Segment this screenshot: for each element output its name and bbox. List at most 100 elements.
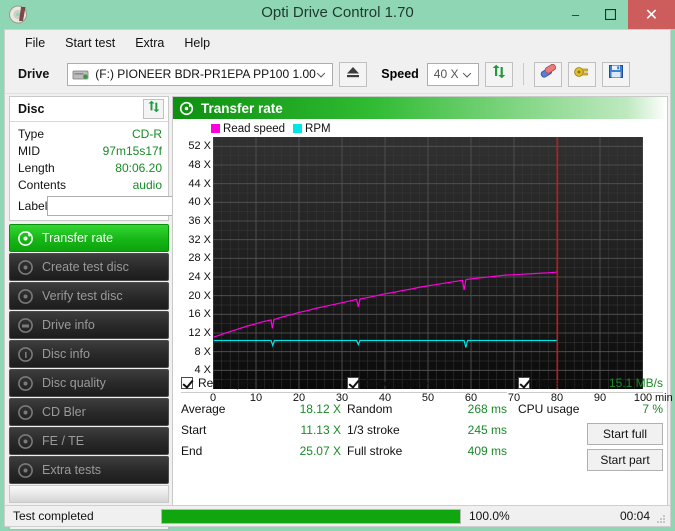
sidebar-item-transfer-rate[interactable]: Transfer rate bbox=[9, 224, 169, 252]
disc-value: 97m15s17f bbox=[103, 144, 162, 158]
burst-rate-header: Burst rate 15.1 MB/s bbox=[518, 376, 663, 393]
result-key: End bbox=[181, 444, 202, 458]
progress-percent: 100.0% bbox=[469, 509, 514, 523]
start-full-button[interactable]: Start full bbox=[587, 423, 663, 445]
disc-key: MID bbox=[18, 144, 40, 158]
result-row-random: Random 268 ms bbox=[347, 398, 507, 419]
legend-swatch-rpm bbox=[293, 124, 302, 133]
sidebar-item-cd-bler[interactable]: CD Bler bbox=[9, 398, 169, 426]
menu-file[interactable]: File bbox=[15, 33, 55, 53]
result-row-cpu-usage: CPU usage 7 % bbox=[518, 398, 663, 419]
disc-key: Length bbox=[18, 161, 55, 175]
result-key: Random bbox=[347, 402, 392, 416]
disc-row-length: Length 80:06.20 bbox=[10, 159, 168, 176]
drive-info-icon bbox=[17, 317, 34, 334]
save-button[interactable] bbox=[602, 62, 630, 87]
result-row-full-stroke: Full stroke 409 ms bbox=[347, 440, 507, 461]
chart-header: Transfer rate bbox=[173, 97, 667, 119]
disc-info-icon bbox=[17, 346, 34, 363]
sidebar-item-label: Disc quality bbox=[42, 376, 106, 390]
result-row-average: Average 18.12 X bbox=[181, 398, 341, 419]
sidebar-filler bbox=[9, 485, 169, 503]
speed-select[interactable]: 40 X bbox=[427, 63, 479, 86]
window-body: File Start test Extra Help Drive (F:) PI… bbox=[4, 29, 671, 527]
legend-swatch-read-speed bbox=[211, 124, 220, 133]
plug-icon bbox=[573, 64, 590, 84]
result-value: 409 ms bbox=[468, 444, 507, 458]
eject-button[interactable] bbox=[339, 62, 367, 87]
result-key: CPU usage bbox=[518, 402, 579, 416]
sidebar-item-label: Drive info bbox=[42, 318, 95, 332]
eject-icon bbox=[345, 64, 361, 84]
status-bar: Test completed 100.0% 00:04 bbox=[4, 505, 671, 527]
access-times-header: Access times bbox=[347, 376, 507, 393]
disc-create-icon bbox=[17, 259, 34, 276]
menu-help[interactable]: Help bbox=[174, 33, 220, 53]
fe-te-icon bbox=[17, 433, 34, 450]
elapsed-time: 00:04 bbox=[620, 509, 650, 523]
result-value: 245 ms bbox=[468, 423, 507, 437]
result-key: Average bbox=[181, 402, 225, 416]
sidebar-item-label: Verify test disc bbox=[42, 289, 123, 303]
read-speed-header-label: Read speed bbox=[198, 376, 263, 390]
burst-rate-header-label: Burst rate bbox=[535, 376, 587, 390]
result-key: Start bbox=[181, 423, 206, 437]
drive-value: (F:) PIONEER BDR-PR1EPA PP100 1.00 bbox=[95, 67, 316, 81]
read-speed-checkbox[interactable] bbox=[181, 377, 193, 389]
results-panel: Read speed Average 18.12 X Start 11.13 X… bbox=[173, 372, 667, 480]
disc-row-mid: MID 97m15s17f bbox=[10, 142, 168, 159]
sidebar-item-create-test-disc[interactable]: Create test disc bbox=[9, 253, 169, 281]
sidebar-item-label: CD Bler bbox=[42, 405, 86, 419]
refresh-arrows-icon bbox=[147, 100, 161, 118]
result-key: Full stroke bbox=[347, 444, 402, 458]
result-key: 1/3 stroke bbox=[347, 423, 400, 437]
disc-rate-icon bbox=[17, 230, 34, 247]
sidebar-item-disc-info[interactable]: Disc info bbox=[9, 340, 169, 368]
chart-plot-area[interactable] bbox=[213, 137, 643, 389]
sidebar-item-label: Transfer rate bbox=[42, 231, 113, 245]
results-read-speed-column: Read speed Average 18.12 X Start 11.13 X… bbox=[181, 376, 341, 461]
disc-quality-icon bbox=[17, 375, 34, 392]
plug-button[interactable] bbox=[568, 62, 596, 87]
drive-select[interactable]: (F:) PIONEER BDR-PR1EPA PP100 1.00 bbox=[67, 63, 333, 86]
start-part-button[interactable]: Start part bbox=[587, 449, 663, 471]
access-times-header-label: Access times bbox=[364, 376, 435, 390]
burst-rate-checkbox[interactable] bbox=[518, 377, 530, 389]
disc-label-key: Label bbox=[18, 199, 47, 213]
y-axis-tick-label: 24 X bbox=[188, 271, 211, 283]
access-times-checkbox[interactable] bbox=[347, 377, 359, 389]
progress-bar bbox=[161, 509, 461, 524]
disc-refresh-button[interactable] bbox=[143, 99, 164, 119]
drive-label: Drive bbox=[18, 67, 49, 81]
minimize-button[interactable]: – bbox=[558, 0, 593, 29]
sidebar-item-disc-quality[interactable]: Disc quality bbox=[9, 369, 169, 397]
left-sidebar: Disc Type CD-R bbox=[9, 96, 169, 521]
menu-extra[interactable]: Extra bbox=[125, 33, 174, 53]
drive-icon bbox=[72, 67, 89, 82]
result-value: 18.12 X bbox=[300, 402, 341, 416]
chart-canvas bbox=[213, 137, 643, 389]
sidebar-item-fe-te[interactable]: FE / TE bbox=[9, 427, 169, 455]
eraser-icon bbox=[539, 64, 557, 84]
erase-button[interactable] bbox=[534, 62, 562, 87]
refresh-arrows-icon bbox=[491, 64, 507, 84]
sidebar-item-drive-info[interactable]: Drive info bbox=[9, 311, 169, 339]
sidebar-item-extra-tests[interactable]: Extra tests bbox=[9, 456, 169, 484]
sidebar-item-label: Disc info bbox=[42, 347, 90, 361]
result-row-start: Start 11.13 X bbox=[181, 419, 341, 440]
maximize-button[interactable] bbox=[593, 0, 628, 29]
disc-verify-icon bbox=[17, 288, 34, 305]
toolbar: Drive (F:) PIONEER BDR-PR1EPA PP100 1.00 bbox=[5, 55, 670, 94]
y-axis-tick-label: 8 X bbox=[194, 346, 211, 358]
result-row-end: End 25.07 X bbox=[181, 440, 341, 461]
cd-bler-icon bbox=[17, 404, 34, 421]
y-axis-tick-label: 40 X bbox=[188, 196, 211, 208]
close-button[interactable]: ✕ bbox=[628, 0, 675, 29]
y-axis-tick-label: 28 X bbox=[188, 252, 211, 264]
menu-start-test[interactable]: Start test bbox=[55, 33, 125, 53]
disc-value: CD-R bbox=[132, 127, 162, 141]
rescan-button[interactable] bbox=[485, 62, 513, 87]
sidebar-item-verify-test-disc[interactable]: Verify test disc bbox=[9, 282, 169, 310]
resize-grip[interactable] bbox=[655, 512, 667, 524]
progress-bar-fill bbox=[162, 510, 460, 523]
